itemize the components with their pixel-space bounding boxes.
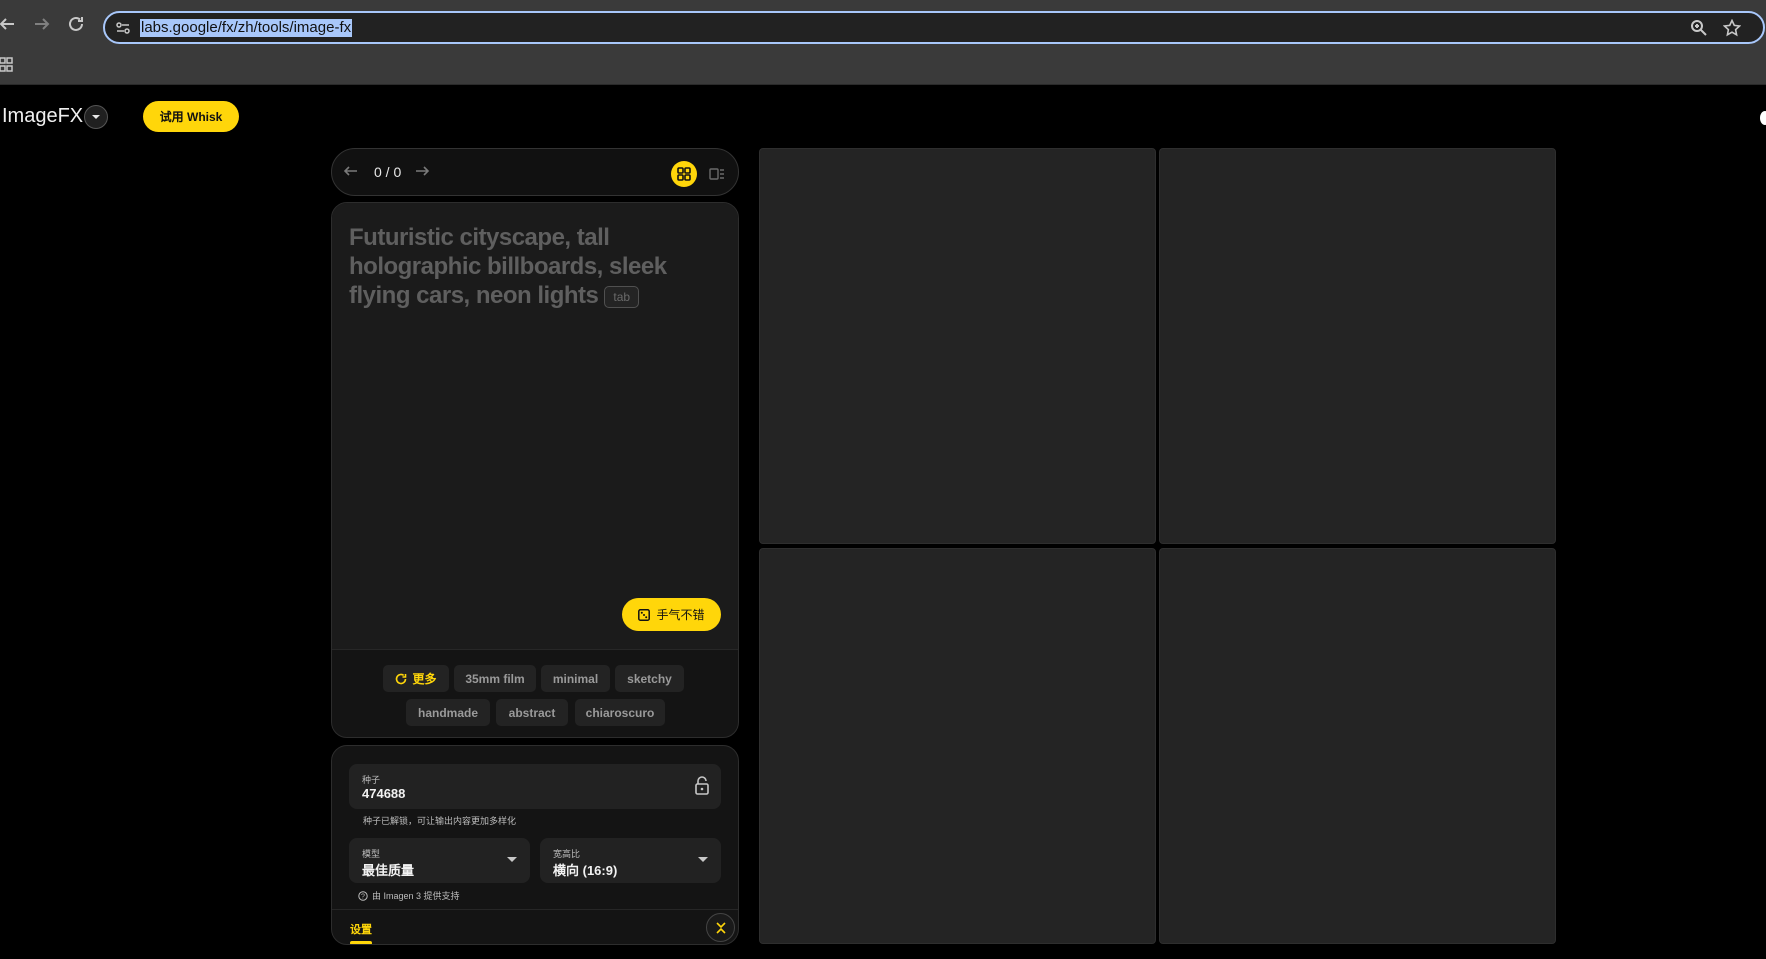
tab-active-indicator	[350, 941, 372, 944]
forward-icon[interactable]	[31, 15, 53, 37]
next-arrow-icon[interactable]	[413, 162, 433, 182]
browser-toolbar: labs.google/fx/zh/tools/image-fx	[0, 0, 1766, 53]
chip-chiaroscuro[interactable]: chiaroscuro	[575, 699, 665, 726]
powered-by: ? 由 Imagen 3 提供支持	[358, 889, 460, 902]
aspect-ratio-select[interactable]: 宽高比 横向 (16:9)	[540, 838, 721, 883]
caret-down-icon	[698, 857, 708, 862]
prompt-input[interactable]: Futuristic cityscape, tall holographic b…	[332, 203, 738, 649]
grid-view-toggle[interactable]	[671, 161, 697, 187]
collapse-chevrons-icon	[715, 921, 726, 934]
address-bar[interactable]: labs.google/fx/zh/tools/image-fx	[103, 11, 1765, 44]
chip-sketchy[interactable]: sketchy	[615, 665, 684, 692]
try-whisk-button[interactable]: 试用 Whisk	[143, 101, 239, 132]
app-menu-dropdown[interactable]	[84, 105, 108, 129]
model-label: 模型	[362, 849, 381, 859]
chevron-down-icon	[92, 115, 100, 119]
settings-card: 种子 474688 种子已解锁，可让输出内容更加多样化 模型 最佳质量 宽高比 …	[331, 745, 739, 945]
refresh-icon	[396, 673, 407, 684]
more-chips-button[interactable]: 更多	[383, 665, 449, 692]
seed-label: 种子	[362, 775, 381, 785]
chip-abstract[interactable]: abstract	[496, 699, 568, 726]
feeling-lucky-label: 手气不错	[656, 608, 705, 622]
help-icon[interactable]: ?	[358, 890, 368, 901]
feeling-lucky-button[interactable]: 手气不错	[622, 598, 721, 631]
site-settings-icon[interactable]	[115, 20, 131, 36]
seed-field[interactable]: 种子 474688	[349, 764, 721, 809]
single-view-icon	[709, 168, 724, 180]
style-chips: 更多 35mm film minimal sketchy handmade ab…	[332, 649, 738, 737]
account-avatar[interactable]	[1760, 111, 1766, 125]
tab-settings[interactable]: 设置	[350, 921, 372, 937]
apps-grid-icon[interactable]	[0, 57, 14, 73]
prev-arrow-icon[interactable]	[342, 162, 362, 182]
result-pager: 0 / 0	[331, 148, 739, 196]
image-tile-3[interactable]	[759, 548, 1156, 944]
seed-value[interactable]: 474688	[362, 786, 405, 801]
chip-handmade[interactable]: handmade	[406, 699, 490, 726]
model-select[interactable]: 模型 最佳质量	[349, 838, 530, 883]
image-tile-2[interactable]	[1159, 148, 1556, 544]
back-icon[interactable]	[0, 15, 18, 37]
zoom-icon[interactable]	[1690, 19, 1708, 37]
more-chips-label: 更多	[412, 672, 437, 686]
prompt-card: Futuristic cityscape, tall holographic b…	[331, 202, 739, 738]
image-tile-4[interactable]	[1159, 548, 1556, 944]
app-title: ImageFX	[2, 105, 84, 127]
seed-help-text: 种子已解锁，可让输出内容更加多样化	[363, 816, 517, 826]
dice-icon	[638, 608, 651, 621]
caret-down-icon	[507, 857, 517, 862]
aspect-ratio-value: 横向 (16:9)	[553, 863, 618, 878]
grid-icon	[677, 167, 691, 181]
prompt-placeholder: Futuristic cityscape, tall holographic b…	[349, 223, 724, 310]
pager-count: 0 / 0	[374, 164, 402, 180]
powered-by-text: 由 Imagen 3 提供支持	[372, 891, 460, 901]
model-value: 最佳质量	[362, 863, 415, 878]
unlock-icon[interactable]	[693, 775, 711, 797]
star-icon[interactable]	[1722, 18, 1742, 37]
single-view-toggle[interactable]	[704, 161, 730, 187]
chip-minimal[interactable]: minimal	[541, 665, 610, 692]
tab-hint-chip: tab	[604, 285, 640, 308]
svg-text:?: ?	[361, 893, 365, 900]
image-tile-1[interactable]	[759, 148, 1156, 544]
divider	[332, 909, 738, 910]
url-text[interactable]: labs.google/fx/zh/tools/image-fx	[140, 19, 353, 37]
reload-icon[interactable]	[65, 15, 87, 37]
bookmarks-bar	[0, 53, 1766, 85]
aspect-ratio-label: 宽高比	[553, 849, 581, 859]
chip-35mm-film[interactable]: 35mm film	[454, 665, 536, 692]
collapse-button[interactable]	[706, 913, 735, 942]
